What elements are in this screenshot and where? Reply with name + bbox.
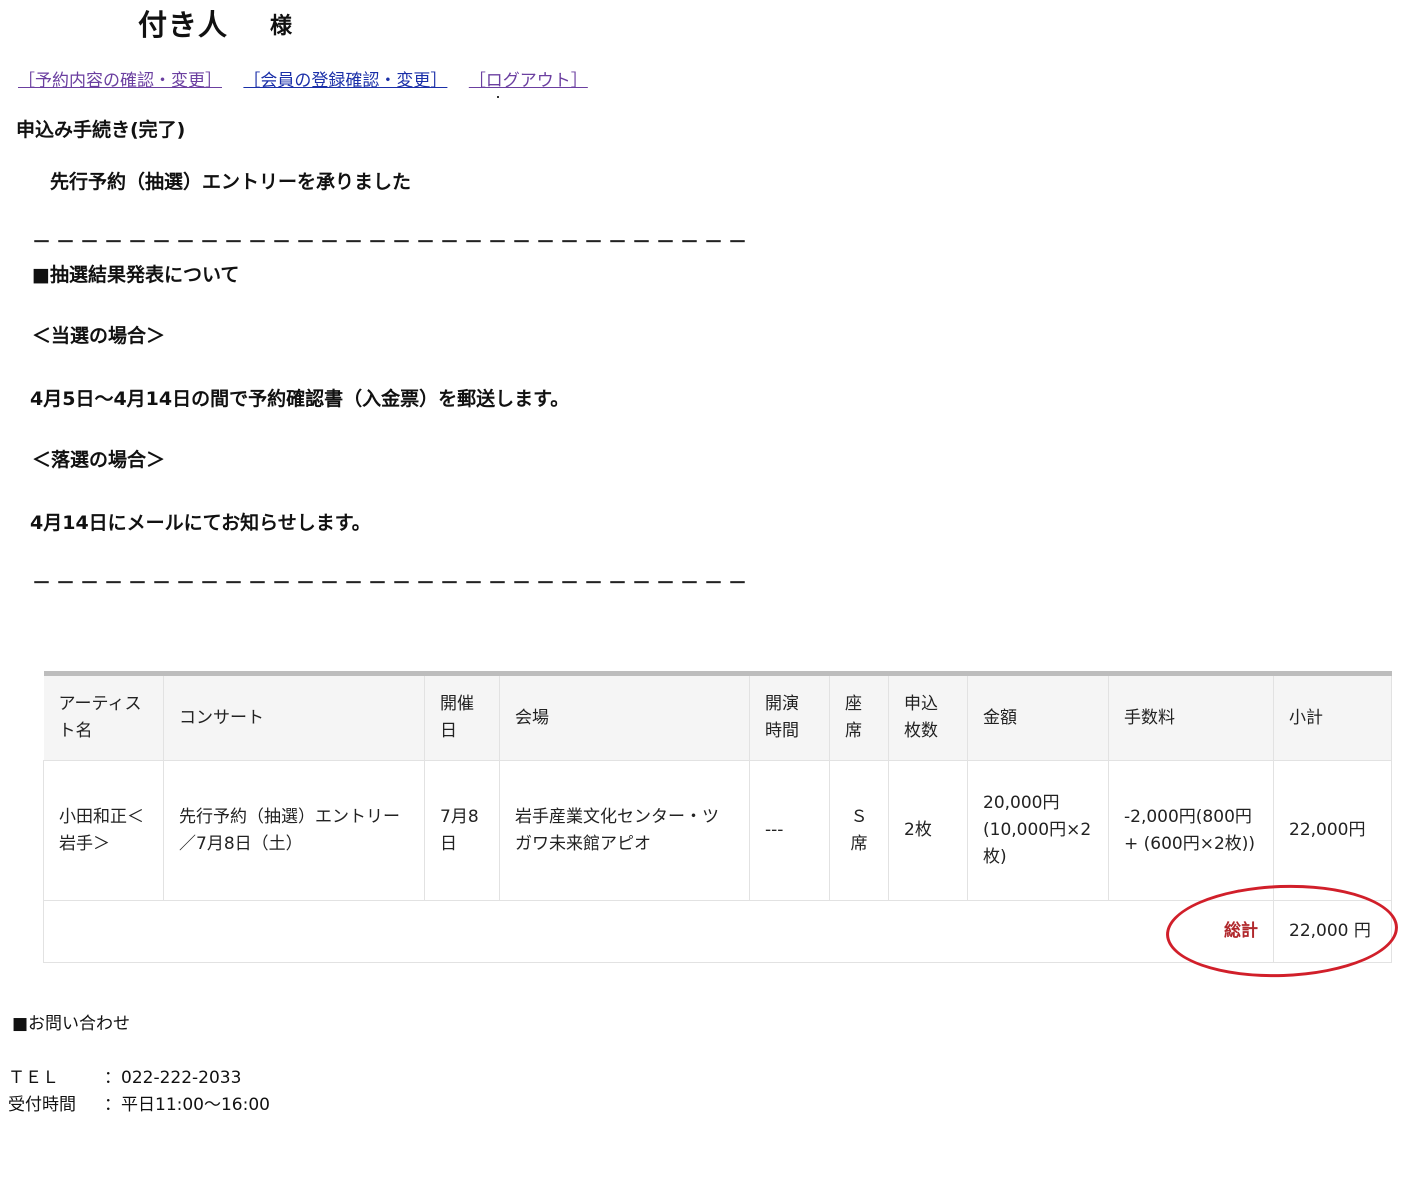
total-value: 22,000 円 (1273, 900, 1392, 963)
lose-heading: ＜落選の場合＞ (32, 449, 166, 471)
total-row: 総計 22,000 円 (43, 900, 1392, 963)
header-artist: アーティスト名 (58, 694, 142, 741)
tel-value: ：022-222-2033 (104, 1068, 242, 1088)
procedure-title: 申込み手続き(完了) (16, 119, 186, 141)
divider-bottom: －－－－－－－－－－－－－－－－－－－－－－－－－－－－－－ (32, 572, 753, 594)
reservation-check-link[interactable]: ［予約内容の確認・変更］ (18, 71, 222, 91)
tel-label: ＴＥＬ (8, 1068, 59, 1088)
top-nav: ［予約内容の確認・変更］ ［会員の登録確認・変更］ ［ログアウト］ (18, 66, 604, 91)
hours-label: 受付時間 (8, 1095, 76, 1115)
hours-value: ：平日11:00～16:00 (104, 1095, 270, 1115)
cell-start-time: --- (749, 760, 830, 901)
cell-venue: 岩手産業文化センター・ツガワ未来館アピオ (499, 760, 750, 901)
header-subtotal: 小計 (1273, 673, 1392, 761)
contact-heading: ■お問い合わせ (12, 1014, 131, 1034)
lottery-heading: ■抽選結果発表について (32, 264, 240, 286)
stray-dot (497, 96, 499, 98)
win-heading: ＜当選の場合＞ (32, 325, 166, 347)
contact-tel-row: ＴＥＬ ：022-222-2033 (8, 1063, 241, 1088)
cell-fee: -2,000円(800円+ (600円×2枚)) (1108, 760, 1274, 901)
member-info-link[interactable]: ［会員の登録確認・変更］ (243, 71, 447, 91)
table-header-row: アーティスト名 コンサート 開催日 会場 開演時間 座席 申込枚数 金額 手数料… (43, 673, 1392, 761)
logout-link[interactable]: ［ログアウト］ (469, 71, 588, 91)
header-seat: 座席 (829, 673, 889, 761)
cell-subtotal: 22,000円 (1273, 760, 1392, 901)
order-table: アーティスト名 コンサート 開催日 会場 開演時間 座席 申込枚数 金額 手数料… (43, 671, 1392, 963)
cell-seat: Ｓ席 (829, 760, 889, 901)
total-spacer (43, 900, 1109, 963)
cell-date: 7月8日 (424, 760, 500, 901)
header-date: 開催日 (424, 673, 500, 761)
completion-message: 先行予約（抽選）エントリーを承りました (50, 171, 412, 193)
header-start-time: 開演時間 (749, 673, 830, 761)
user-name: 付き人 (138, 8, 229, 42)
cell-concert: 先行予約（抽選）エントリー／7月8日（土） (163, 760, 425, 901)
divider-top: －－－－－－－－－－－－－－－－－－－－－－－－－－－－－－ (32, 231, 753, 253)
table-row: 小田和正＜岩手＞ 先行予約（抽選）エントリー／7月8日（土） 7月8日 岩手産業… (43, 760, 1392, 901)
header-venue: 会場 (499, 673, 750, 761)
header-amount: 金額 (967, 673, 1109, 761)
honorific: 様 (270, 14, 293, 39)
header-quantity: 申込枚数 (888, 673, 968, 761)
cell-artist: 小田和正＜岩手＞ (43, 760, 164, 901)
lose-text: 4月14日にメールにてお知らせします。 (30, 512, 371, 534)
contact-hours-row: 受付時間 ：平日11:00～16:00 (8, 1090, 270, 1115)
win-text: 4月5日～4月14日の間で予約確認書（入金票）を郵送します。 (30, 388, 570, 410)
cell-quantity: 2枚 (888, 760, 968, 901)
header-fee: 手数料 (1108, 673, 1274, 761)
cell-amount: 20,000円(10,000円×2枚) (967, 760, 1109, 901)
total-label: 総計 (1108, 900, 1274, 963)
header-concert: コンサート (163, 673, 425, 761)
